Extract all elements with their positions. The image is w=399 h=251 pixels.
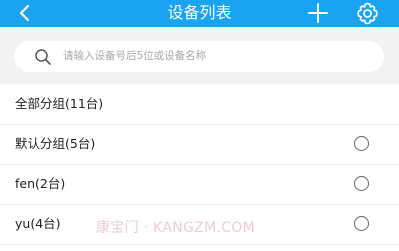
group-label: 全部分组(11台)	[15, 96, 104, 111]
group-radio[interactable]	[354, 216, 369, 231]
search-icon	[35, 49, 51, 65]
group-radio[interactable]	[354, 176, 369, 191]
app-header: 设备列表	[0, 0, 399, 27]
search-input[interactable]: 请输入设备号后5位或设备名称	[14, 41, 384, 72]
group-label: 默认分组(5台)	[15, 136, 96, 151]
group-label: fen(2台)	[15, 176, 66, 191]
search-bar-area: 请输入设备号后5位或设备名称	[0, 27, 399, 84]
group-radio[interactable]	[354, 136, 369, 151]
group-row-fen[interactable]: fen(2台)	[0, 164, 399, 205]
group-row-default[interactable]: 默认分组(5台)	[0, 124, 399, 165]
group-row-all[interactable]: 全部分组(11台)	[0, 84, 399, 125]
watermark: 康宝门 · KANGZM.COM	[96, 220, 255, 236]
group-label: yu(4台)	[15, 216, 61, 231]
page-title: 设备列表	[167, 3, 232, 22]
plus-icon[interactable]	[306, 2, 330, 24]
gear-icon[interactable]	[355, 1, 380, 26]
search-placeholder: 请输入设备号后5位或设备名称	[63, 50, 207, 62]
